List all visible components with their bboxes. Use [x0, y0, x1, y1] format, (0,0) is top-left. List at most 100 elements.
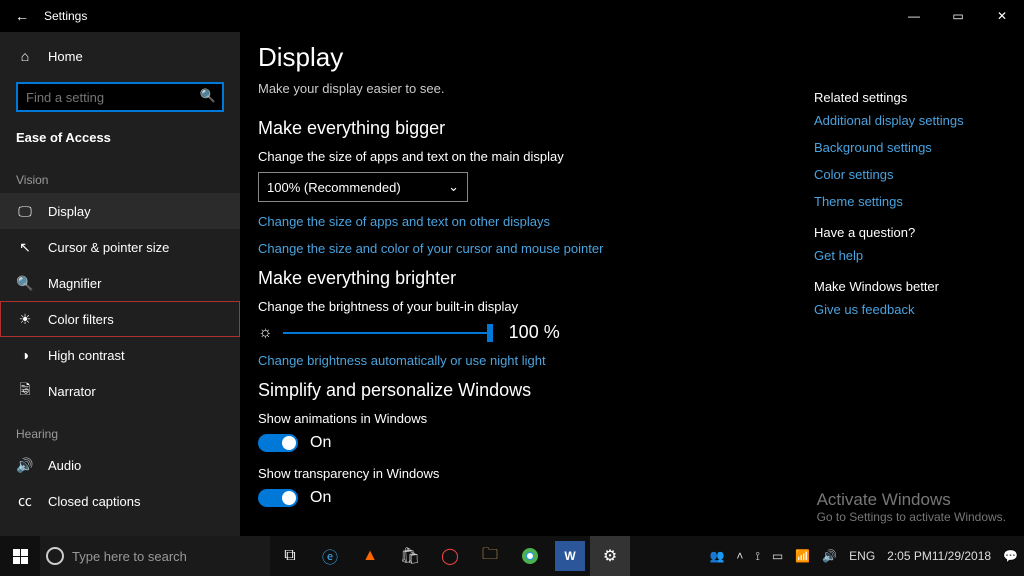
- audio-icon: 🔊: [16, 457, 34, 474]
- animations-toggle[interactable]: [258, 434, 298, 452]
- better-heading: Make Windows better: [814, 279, 1012, 294]
- tray-notifications-icon[interactable]: 💬: [997, 536, 1024, 576]
- animations-state: On: [310, 434, 331, 452]
- brightness-icon: ☼: [258, 324, 273, 342]
- sidebar-item-label: Color filters: [48, 312, 114, 327]
- section-brighter-heading: Make everything brighter: [258, 268, 814, 289]
- link-night-light[interactable]: Change brightness automatically or use n…: [258, 353, 814, 368]
- transparency-state: On: [310, 489, 331, 507]
- sidebar-item-color-filters[interactable]: ☀ Color filters: [0, 301, 240, 337]
- tray-people-icon[interactable]: 👥: [703, 536, 730, 576]
- high-contrast-icon: ◑: [16, 347, 34, 363]
- tray-date: 11/29/2018: [932, 550, 991, 563]
- minimize-button[interactable]: ―: [892, 0, 936, 32]
- window-title: Settings: [44, 9, 87, 23]
- maximize-button[interactable]: ▭: [936, 0, 980, 32]
- sidebar-item-display[interactable]: 🖵 Display: [0, 193, 240, 229]
- sidebar-home-label: Home: [48, 49, 83, 64]
- taskbar-app-opera[interactable]: ◯: [430, 536, 470, 576]
- sidebar-item-audio[interactable]: 🔊 Audio: [0, 447, 240, 483]
- taskbar-app-edge[interactable]: ⓔ: [310, 536, 350, 576]
- taskbar-search-placeholder: Type here to search: [72, 549, 187, 564]
- animations-label: Show animations in Windows: [258, 411, 814, 426]
- cortana-icon: [46, 547, 64, 565]
- tray-battery-icon[interactable]: ▭: [766, 536, 789, 576]
- taskbar-app-word[interactable]: W: [555, 541, 585, 571]
- home-icon: ⌂: [16, 48, 34, 64]
- brightness-label: Change the brightness of your built-in d…: [258, 299, 814, 314]
- page-subtitle: Make your display easier to see.: [258, 81, 814, 96]
- page-title: Display: [258, 42, 814, 73]
- watermark-sub: Go to Settings to activate Windows.: [817, 510, 1006, 524]
- taskbar-app-settings[interactable]: ⚙: [590, 536, 630, 576]
- sidebar-item-label: Audio: [48, 458, 81, 473]
- sidebar-group-vision: Vision: [0, 155, 240, 193]
- sidebar: ⌂ Home 🔍 Ease of Access Vision 🖵 Display…: [0, 32, 240, 536]
- chevron-down-icon: ⌄: [448, 179, 459, 195]
- tray-time: 2:05 PM: [887, 550, 932, 563]
- sidebar-home[interactable]: ⌂ Home: [0, 38, 240, 74]
- activate-watermark: Activate Windows Go to Settings to activ…: [817, 490, 1006, 524]
- back-button[interactable]: ←: [0, 8, 44, 24]
- sidebar-item-closed-captions[interactable]: ㏄ Closed captions: [0, 483, 240, 519]
- sidebar-item-label: Cursor & pointer size: [48, 240, 169, 255]
- tray-clock[interactable]: 2:05 PM 11/29/2018: [881, 536, 997, 576]
- chrome-icon: [521, 547, 539, 565]
- display-icon: 🖵: [16, 203, 34, 220]
- link-background[interactable]: Background settings: [814, 140, 1012, 155]
- transparency-label: Show transparency in Windows: [258, 466, 814, 481]
- sidebar-item-label: High contrast: [48, 348, 125, 363]
- closed-captions-icon: ㏄: [16, 491, 34, 511]
- content: Display Make your display easier to see.…: [240, 32, 814, 536]
- window-titlebar: ← Settings ― ▭ ✕: [0, 0, 1024, 32]
- taskbar-app-vlc[interactable]: ▲: [350, 536, 390, 576]
- watermark-title: Activate Windows: [817, 490, 1006, 510]
- brightness-value: 100 %: [509, 322, 560, 343]
- tray-volume-icon[interactable]: 🔊: [816, 536, 843, 576]
- link-additional-display[interactable]: Additional display settings: [814, 113, 1012, 128]
- sidebar-group-hearing: Hearing: [0, 409, 240, 447]
- sidebar-category: Ease of Access: [0, 120, 240, 155]
- tray-wifi-icon[interactable]: 📶: [789, 536, 816, 576]
- related-heading: Related settings: [814, 90, 1012, 105]
- taskbar-app-chrome[interactable]: [510, 536, 550, 576]
- link-theme[interactable]: Theme settings: [814, 194, 1012, 209]
- tray-language[interactable]: ENG: [843, 536, 881, 576]
- link-cursor-color[interactable]: Change the size and color of your cursor…: [258, 241, 814, 256]
- scaling-dropdown[interactable]: 100% (Recommended) ⌄: [258, 172, 468, 202]
- taskbar: Type here to search ⧉ ⓔ ▲ 🛍 ◯ 🗀 W ⚙ 👥 ˄ …: [0, 536, 1024, 576]
- question-heading: Have a question?: [814, 225, 1012, 240]
- transparency-toggle[interactable]: [258, 489, 298, 507]
- task-view-button[interactable]: ⧉: [270, 536, 310, 576]
- brightness-slider[interactable]: [283, 332, 493, 334]
- link-get-help[interactable]: Get help: [814, 248, 1012, 263]
- search-icon: 🔍: [200, 88, 216, 104]
- windows-logo-icon: [13, 549, 28, 564]
- sidebar-item-magnifier[interactable]: 🔍 Magnifier: [0, 265, 240, 301]
- sidebar-item-narrator[interactable]: 🗟 Narrator: [0, 373, 240, 409]
- taskbar-app-explorer[interactable]: 🗀: [470, 536, 510, 576]
- tray-location-icon[interactable]: ⟟: [749, 536, 765, 576]
- sidebar-item-high-contrast[interactable]: ◑ High contrast: [0, 337, 240, 373]
- taskbar-search[interactable]: Type here to search: [40, 536, 270, 576]
- section-simplify-heading: Simplify and personalize Windows: [258, 380, 814, 401]
- start-button[interactable]: [0, 536, 40, 576]
- narrator-icon: 🗟: [16, 379, 34, 403]
- color-filters-icon: ☀: [16, 311, 34, 328]
- close-button[interactable]: ✕: [980, 0, 1024, 32]
- magnifier-icon: 🔍: [16, 275, 34, 292]
- system-tray: 👥 ˄ ⟟ ▭ 📶 🔊 ENG 2:05 PM 11/29/2018 💬: [703, 536, 1024, 576]
- sidebar-item-label: Display: [48, 204, 91, 219]
- link-color[interactable]: Color settings: [814, 167, 1012, 182]
- tray-overflow-icon[interactable]: ˄: [730, 536, 749, 576]
- main: Display Make your display easier to see.…: [240, 32, 1024, 536]
- link-feedback[interactable]: Give us feedback: [814, 302, 1012, 317]
- link-other-displays[interactable]: Change the size of apps and text on othe…: [258, 214, 814, 229]
- sidebar-item-cursor[interactable]: ↖ Cursor & pointer size: [0, 229, 240, 265]
- search-input[interactable]: [16, 82, 224, 112]
- cursor-icon: ↖: [16, 239, 34, 256]
- taskbar-app-store[interactable]: 🛍: [390, 536, 430, 576]
- scaling-label: Change the size of apps and text on the …: [258, 149, 814, 164]
- sidebar-item-label: Magnifier: [48, 276, 101, 291]
- scaling-dropdown-value: 100% (Recommended): [267, 180, 401, 195]
